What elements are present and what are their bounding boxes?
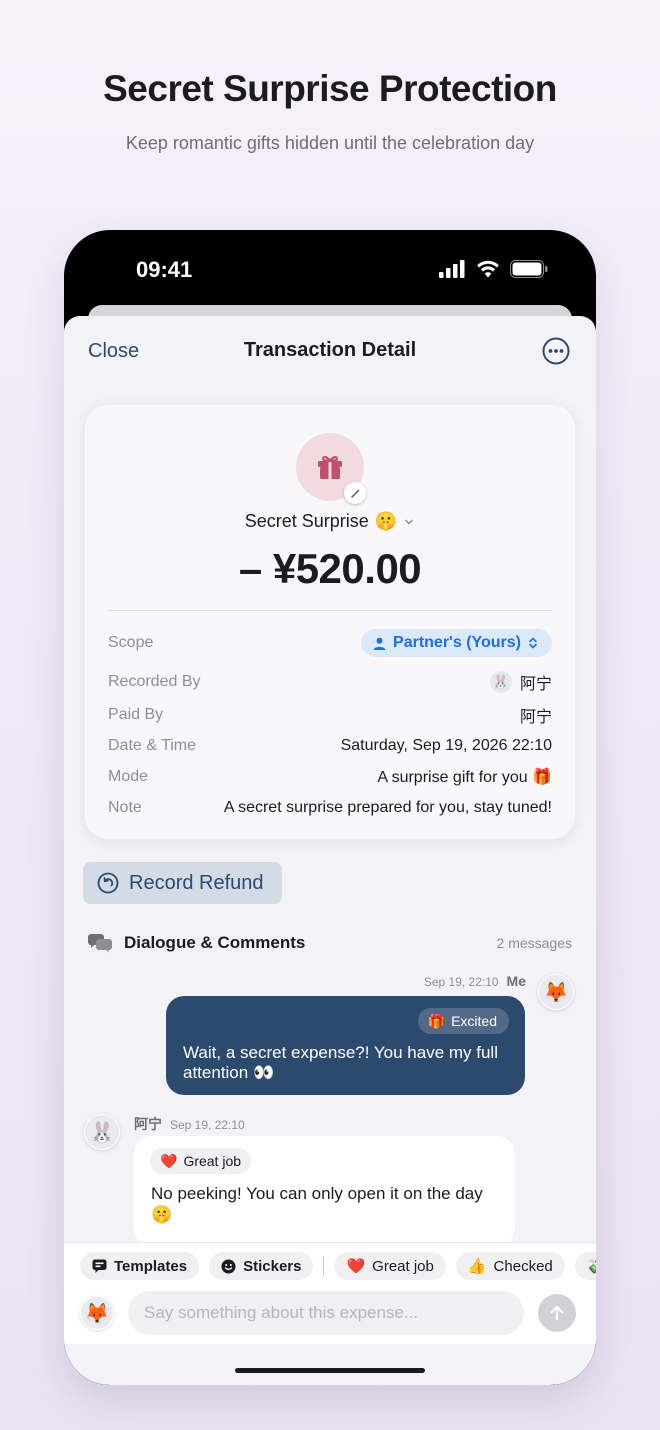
transaction-card: Secret Surprise 🤫 – ¥520.00 Scope Partne… <box>84 404 576 840</box>
message-bubble-partner[interactable]: ❤️ Great job No peeking! You can only op… <box>134 1136 515 1246</box>
person-icon <box>373 637 386 650</box>
message-meta-partner: 阿宁 Sep 19, 22:10 <box>134 1114 245 1134</box>
datetime-value: Saturday, Sep 19, 2026 22:10 <box>340 737 552 754</box>
message-author: Me <box>506 973 526 989</box>
gift-icon <box>318 456 342 479</box>
note-row: Note A secret surprise prepared for you,… <box>108 796 552 820</box>
quick-chips: Templates Stickers ❤️ Great job 👍 Checke… <box>80 1252 596 1280</box>
paid-by-value: 阿宁 <box>519 709 552 726</box>
great-job-label: Great job <box>372 1257 434 1275</box>
status-bar: 09:41 <box>64 230 596 310</box>
great-job-chip[interactable]: ❤️ Great job <box>334 1252 446 1280</box>
input-row: 🦊 <box>80 1291 576 1335</box>
chip-divider <box>323 1256 325 1276</box>
comment-composer: Templates Stickers ❤️ Great job 👍 Checke… <box>64 1242 596 1344</box>
recorded-by-row: Recorded By 🐰 阿宁 <box>108 670 552 694</box>
dialogue-header: Dialogue & Comments 2 messages <box>88 930 572 956</box>
checked-chip[interactable]: 👍 Checked <box>455 1252 565 1280</box>
reaction-chip[interactable]: 🎁 Excited <box>417 1008 509 1034</box>
reaction-label: Great job <box>183 1153 242 1169</box>
reaction-chip[interactable]: ❤️ Great job <box>150 1148 252 1174</box>
message-text: No peeking! You can only open it on the … <box>151 1184 483 1224</box>
templates-chip[interactable]: Templates <box>80 1252 200 1280</box>
status-time: 09:41 <box>136 257 193 282</box>
money-chip[interactable]: 💸 <box>574 1252 596 1280</box>
comment-input[interactable] <box>128 1291 524 1335</box>
note-value: A secret surprise prepared for you, stay… <box>223 799 552 816</box>
composer-avatar: 🦊 <box>80 1296 114 1330</box>
pencil-icon <box>350 489 359 498</box>
thumbs-up-icon: 👍 <box>467 1258 487 1275</box>
chat-bubbles-icon <box>88 934 112 953</box>
mode-label: Mode <box>108 768 149 785</box>
datetime-row: Date & Time Saturday, Sep 19, 2026 22:10 <box>108 734 552 758</box>
status-icons <box>439 260 548 278</box>
scope-label: Scope <box>108 634 154 651</box>
phone-frame: 09:41 Close Transaction Detail Secret Su… <box>64 230 596 1385</box>
nav-bar: Close Transaction Detail <box>64 316 596 386</box>
signal-icon <box>439 260 465 278</box>
smiley-icon <box>221 1259 236 1273</box>
chevron-updown-icon <box>529 637 537 649</box>
message-text: Wait, a secret expense?! You have my ful… <box>183 1043 498 1082</box>
edit-category-button[interactable] <box>344 482 366 504</box>
stickers-label: Stickers <box>243 1257 302 1275</box>
more-icon[interactable] <box>542 337 570 365</box>
heart-reaction-icon: ❤️ <box>160 1152 178 1169</box>
card-divider <box>108 610 552 611</box>
checked-label: Checked <box>493 1257 553 1275</box>
page-title: Transaction Detail <box>243 339 417 361</box>
message-count: 2 messages <box>496 935 572 951</box>
category-selector[interactable]: Secret Surprise 🤫 <box>85 511 575 532</box>
scope-row: Scope Partner's (Yours) <box>108 629 552 657</box>
mode-value: A surprise gift for you 🎁 <box>377 769 552 786</box>
arrow-up-icon <box>550 1305 564 1321</box>
dialogue-title: Dialogue & Comments <box>124 933 306 952</box>
gift-reaction-icon: 🎁 <box>427 1012 446 1029</box>
record-refund-button[interactable]: Record Refund <box>83 862 282 904</box>
chevron-down-icon <box>405 519 414 525</box>
note-label: Note <box>108 799 142 816</box>
message-template-icon <box>92 1259 107 1273</box>
home-indicator <box>235 1368 425 1373</box>
heart-icon: ❤️ <box>346 1258 366 1275</box>
mode-row: Mode A surprise gift for you 🎁 <box>108 765 552 789</box>
reaction-label: Excited <box>451 1013 497 1029</box>
message-time: Sep 19, 22:10 <box>170 1118 245 1132</box>
hero-subtitle: Keep romantic gifts hidden until the cel… <box>125 133 535 153</box>
avatar-partner[interactable]: 🐰 <box>84 1114 120 1150</box>
recorder-avatar: 🐰 <box>489 671 512 693</box>
recorded-by-label: Recorded By <box>108 673 201 690</box>
scope-value: Partner's (Yours) <box>393 634 521 651</box>
money-icon: 💸 <box>587 1257 596 1275</box>
wifi-icon <box>477 260 499 278</box>
undo-icon <box>97 872 119 894</box>
paid-by-row: Paid By 阿宁 <box>108 703 552 727</box>
paid-by-label: Paid By <box>108 706 164 723</box>
message-bubble-me[interactable]: 🎁 Excited Wait, a secret expense?! You h… <box>166 996 525 1095</box>
message-meta-me: Sep 19, 22:10 Me <box>424 973 526 989</box>
datetime-label: Date & Time <box>108 737 197 754</box>
category-name: Secret Surprise <box>244 511 369 531</box>
message-time: Sep 19, 22:10 <box>423 975 499 989</box>
recorded-by-value: 阿宁 <box>519 676 552 693</box>
record-refund-label: Record Refund <box>129 871 264 894</box>
transaction-sheet: Close Transaction Detail Secret Surprise… <box>64 316 596 1385</box>
templates-label: Templates <box>114 1257 188 1275</box>
avatar-me[interactable]: 🦊 <box>538 974 574 1010</box>
scope-selector[interactable]: Partner's (Yours) <box>361 629 552 657</box>
battery-icon <box>510 260 548 278</box>
stickers-chip[interactable]: Stickers <box>209 1252 314 1280</box>
category-emoji: 🤫 <box>374 511 398 531</box>
message-author: 阿宁 <box>134 1116 162 1132</box>
transaction-amount: – ¥520.00 <box>238 545 422 592</box>
send-button[interactable] <box>538 1294 576 1332</box>
hero-title: Secret Surprise Protection <box>103 68 557 109</box>
